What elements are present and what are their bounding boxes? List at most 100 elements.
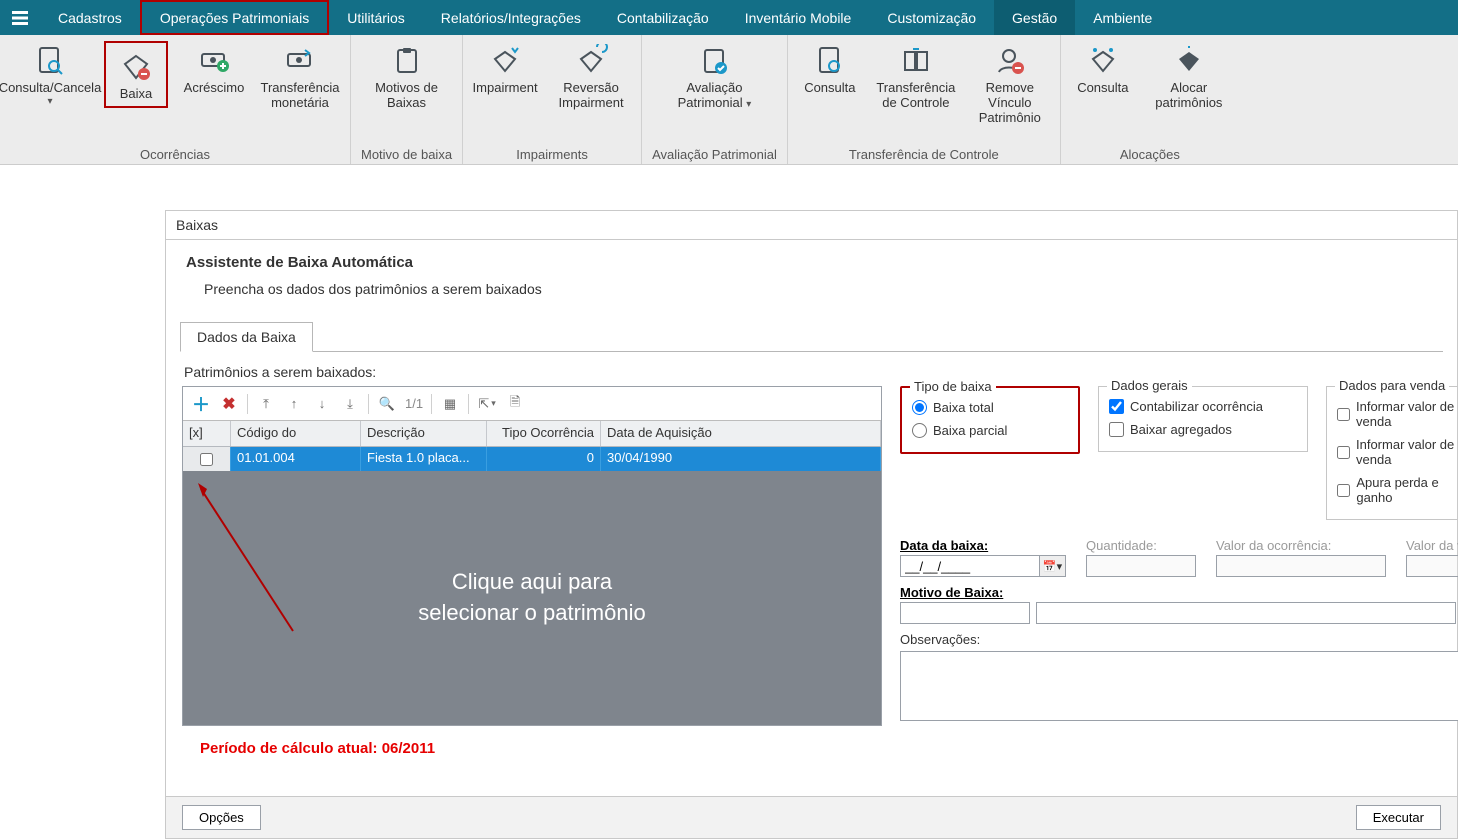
row-checkbox[interactable]: [183, 447, 231, 471]
ribbon-label: Motivos de Baixas: [367, 81, 447, 111]
radio-label: Baixa parcial: [933, 423, 1007, 438]
valor-ocorrencia-input: [1216, 555, 1386, 577]
checkbox[interactable]: [1337, 407, 1350, 422]
col-codigo[interactable]: Código do: [231, 421, 361, 446]
diamond-down-icon: [485, 41, 525, 81]
checkbox[interactable]: [1109, 422, 1124, 437]
prev-button[interactable]: ↑: [282, 392, 306, 416]
ribbon-group-impairments: Impairment Reversão Impairment Impairmen…: [463, 35, 642, 164]
checkbox[interactable]: [200, 453, 213, 466]
ribbon-label: Avaliação Patrimonial ▾: [674, 81, 754, 111]
col-data-aquisicao[interactable]: Data de Aquisição: [601, 421, 881, 446]
label: Data da baixa:: [900, 538, 1066, 553]
diamond-minus-icon: [116, 47, 156, 87]
col-checkbox[interactable]: [x]: [183, 421, 231, 446]
calendar-button[interactable]: 📅▾: [1040, 555, 1066, 577]
menu-relatorios[interactable]: Relatórios/Integrações: [423, 0, 599, 35]
chk-contabilizar[interactable]: Contabilizar ocorrência: [1109, 395, 1297, 418]
export-button[interactable]: ⇱▾: [475, 392, 499, 416]
checkbox[interactable]: [1337, 483, 1350, 498]
checkbox[interactable]: [1337, 445, 1350, 460]
menu-ambiente[interactable]: Ambiente: [1075, 0, 1170, 35]
col-tipo-ocorrencia[interactable]: Tipo Ocorrência: [487, 421, 601, 446]
ribbon-tc-transf[interactable]: Transferência de Controle: [876, 41, 956, 111]
ribbon-tc-consulta[interactable]: Consulta: [798, 41, 862, 96]
chk-valor-venda-1[interactable]: Informar valor de venda: [1337, 395, 1458, 433]
chevron-down-icon: ▾: [491, 398, 496, 409]
menu-customizacao[interactable]: Customização: [869, 0, 994, 35]
chk-apura[interactable]: Apura perda e ganho: [1337, 471, 1458, 509]
radio-label: Baixa total: [933, 400, 994, 415]
document-button[interactable]: 🗎: [503, 392, 527, 416]
double-arrow-down-icon: ⤓: [347, 396, 353, 412]
chk-label: Informar valor de venda: [1356, 399, 1458, 429]
menu-gestao[interactable]: Gestão: [994, 0, 1075, 35]
fieldset-dados-gerais: Dados gerais Contabilizar ocorrência Bai…: [1098, 386, 1308, 452]
chk-baixar-agregados[interactable]: Baixar agregados: [1109, 418, 1297, 441]
ribbon-group-alocacoes: Consulta Alocar patrimônios Alocações: [1061, 35, 1239, 164]
user-minus-icon: [990, 41, 1030, 81]
add-record-button[interactable]: ＋: [189, 392, 213, 416]
ribbon-reversao-impairment[interactable]: Reversão Impairment: [551, 41, 631, 111]
ribbon-impairment[interactable]: Impairment: [473, 41, 537, 96]
first-page-button[interactable]: ⤒: [254, 392, 278, 416]
ribbon-label: Alocar patrimônios: [1149, 81, 1229, 111]
columns-button[interactable]: ▦: [438, 392, 462, 416]
separator: [368, 394, 369, 414]
ribbon-group-label: Avaliação Patrimonial: [652, 145, 777, 162]
ribbon-aloc-alocar[interactable]: Alocar patrimônios: [1149, 41, 1229, 111]
diamond-dots-icon: [1083, 41, 1123, 81]
observacoes-textarea[interactable]: [900, 651, 1458, 721]
wizard-title: Assistente de Baixa Automática: [186, 254, 1437, 271]
radio-baixa-parcial[interactable]: Baixa parcial: [912, 419, 1068, 442]
ribbon-tc-remove[interactable]: Remove Vínculo Patrimônio: [970, 41, 1050, 126]
ribbon-label: Consulta: [1077, 81, 1128, 96]
chk-valor-venda-2[interactable]: Informar valor de venda: [1337, 433, 1458, 471]
building-swap-icon: [896, 41, 936, 81]
ribbon-avaliacao-patrimonial[interactable]: Avaliação Patrimonial ▾: [674, 41, 754, 111]
motivo-desc-input[interactable]: [1036, 602, 1456, 624]
menu-cadastros[interactable]: Cadastros: [40, 0, 140, 35]
chk-label: Baixar agregados: [1130, 422, 1232, 437]
radio-baixa-total[interactable]: Baixa total: [912, 396, 1068, 419]
table-row[interactable]: 01.01.004 Fiesta 1.0 placa... 0 30/04/19…: [183, 447, 881, 471]
data-baixa-input[interactable]: [900, 555, 1040, 577]
app-icon: [0, 0, 40, 35]
motivo-code-input[interactable]: [900, 602, 1030, 624]
ribbon-label: Reversão Impairment: [551, 81, 631, 111]
ribbon-group-label: Alocações: [1120, 145, 1180, 162]
wizard-tabs: Dados da Baixa: [180, 321, 1443, 352]
tab-dados-baixa[interactable]: Dados da Baixa: [180, 322, 313, 352]
wizard-subtitle: Preencha os dados dos patrimônios a sere…: [186, 281, 1437, 297]
executar-button[interactable]: Executar: [1356, 805, 1441, 830]
menu-contabilizacao[interactable]: Contabilização: [599, 0, 727, 35]
ribbon-motivos-baixas[interactable]: Motivos de Baixas: [367, 41, 447, 111]
checkbox[interactable]: [1109, 399, 1124, 414]
search-button[interactable]: 🔍: [375, 392, 399, 416]
label: Observações:: [900, 632, 1458, 647]
chk-label: Informar valor de venda: [1356, 437, 1458, 467]
wizard-header: Assistente de Baixa Automática Preencha …: [166, 240, 1457, 311]
delete-record-button[interactable]: ✖: [217, 392, 241, 416]
next-button[interactable]: ↓: [310, 392, 334, 416]
ribbon-acrescimo[interactable]: Acréscimo: [182, 41, 246, 96]
ribbon-consulta-cancela[interactable]: Consulta/Cancela ▾: [10, 41, 90, 107]
ribbon-transf-monetaria[interactable]: Transferência monetária: [260, 41, 340, 111]
menu-operacoes-patrimoniais[interactable]: Operações Patrimoniais: [140, 0, 329, 35]
ribbon-group-motivo: Motivos de Baixas Motivo de baixa: [351, 35, 463, 164]
radio[interactable]: [912, 400, 927, 415]
ribbon-group-label: Transferência de Controle: [849, 145, 999, 162]
label: Quantidade:: [1086, 538, 1196, 553]
menu-inventario[interactable]: Inventário Mobile: [727, 0, 870, 35]
last-page-button[interactable]: ⤓: [338, 392, 362, 416]
col-descricao[interactable]: Descrição: [361, 421, 487, 446]
ribbon-aloc-consulta[interactable]: Consulta: [1071, 41, 1135, 96]
menu-utilitarios[interactable]: Utilitários: [329, 0, 423, 35]
baixas-panel: Baixas Assistente de Baixa Automática Pr…: [165, 210, 1458, 839]
calendar-icon: 📅▾: [1043, 560, 1062, 573]
opcoes-button[interactable]: Opções: [182, 805, 261, 830]
ribbon-label: Consulta: [804, 81, 855, 96]
radio[interactable]: [912, 423, 927, 438]
plus-icon: ＋: [192, 391, 210, 417]
ribbon-baixa[interactable]: Baixa: [104, 41, 168, 108]
